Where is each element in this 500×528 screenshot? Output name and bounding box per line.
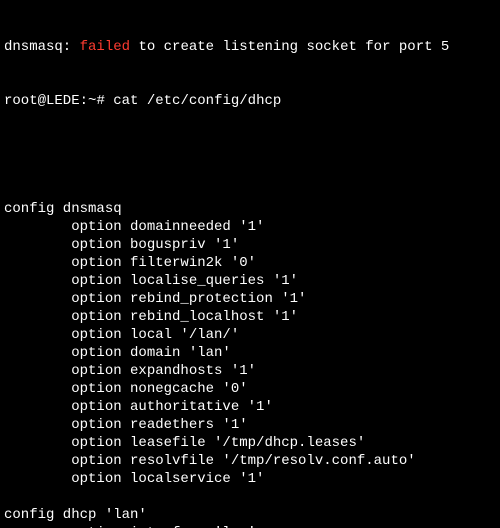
config-option-line: option localise_queries '1' <box>4 272 496 290</box>
file-content: config dnsmasq option domainneeded '1' o… <box>4 200 496 528</box>
config-option-line: option filterwin2k '0' <box>4 254 496 272</box>
blank-line <box>4 146 496 164</box>
config-option-line: option readethers '1' <box>4 416 496 434</box>
crop-red-word: failed <box>80 39 130 55</box>
prompt-symbol: # <box>96 93 104 109</box>
config-option-line: option leasefile '/tmp/dhcp.leases' <box>4 434 496 452</box>
crop-rest: to create listening socket for port 5 <box>130 39 449 55</box>
config-option-line: option expandhosts '1' <box>4 362 496 380</box>
config-option-line: option rebind_localhost '1' <box>4 308 496 326</box>
config-option-line: option domain 'lan' <box>4 344 496 362</box>
config-option-line: option nonegcache '0' <box>4 380 496 398</box>
prompt-command: cat /etc/config/dhcp <box>113 93 281 109</box>
shell-prompt-line[interactable]: root@LEDE:~# cat /etc/config/dhcp <box>4 92 496 110</box>
config-option-line: option boguspriv '1' <box>4 236 496 254</box>
config-option-line: option interface 'lan' <box>4 524 496 528</box>
config-option-line: option localservice '1' <box>4 470 496 488</box>
config-option-line: option resolvfile '/tmp/resolv.conf.auto… <box>4 452 496 470</box>
config-option-line: option authoritative '1' <box>4 398 496 416</box>
crop-prefix: dnsmasq: <box>4 39 80 55</box>
blank-line <box>4 488 496 506</box>
config-section-header: config dhcp 'lan' <box>4 506 496 524</box>
prompt-user-host: root@LEDE <box>4 93 80 109</box>
config-option-line: option domainneeded '1' <box>4 218 496 236</box>
config-option-line: option local '/lan/' <box>4 326 496 344</box>
terminal-output: dnsmasq: failed to create listening sock… <box>0 0 500 528</box>
config-section-header: config dnsmasq <box>4 200 496 218</box>
cropped-previous-line: dnsmasq: failed to create listening sock… <box>4 38 496 56</box>
config-option-line: option rebind_protection '1' <box>4 290 496 308</box>
